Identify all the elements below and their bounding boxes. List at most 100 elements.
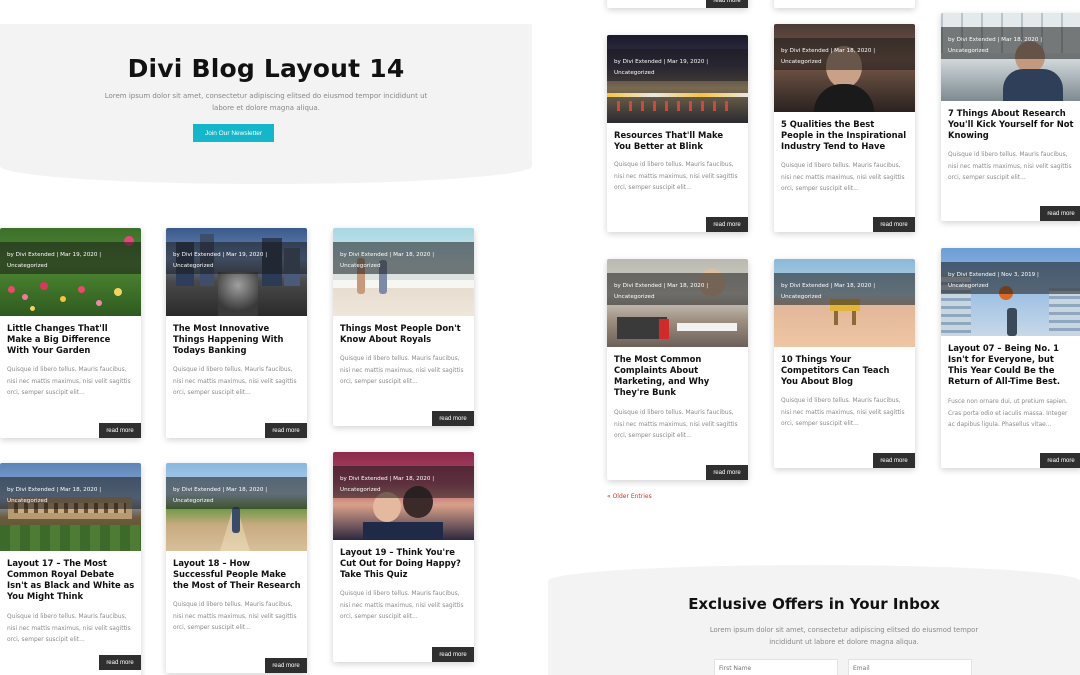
post-excerpt: Quisque id libero tellus. Mauris faucibu… xyxy=(781,163,905,192)
join-newsletter-button[interactable]: Join Our Newsletter xyxy=(193,124,274,142)
post-meta: by Divi Extended | Mar 19, 2020 | Uncate… xyxy=(607,49,748,81)
post-category[interactable]: Uncategorized xyxy=(340,261,467,272)
post-meta: by Divi Extended | Mar 18, 2020 | Uncate… xyxy=(0,477,141,509)
post-category[interactable]: Uncategorized xyxy=(173,496,300,507)
post-card[interactable]: by Divi Extended | Mar 18, 2020 | Uncate… xyxy=(774,259,915,468)
read-more-button[interactable]: read more xyxy=(706,465,748,480)
post-card[interactable]: by Divi Extended | Mar 18, 2020 | Uncate… xyxy=(333,452,474,662)
post-card[interactable]: by Divi Extended | Mar 18, 2020 | Uncate… xyxy=(166,463,307,673)
post-category[interactable]: Uncategorized xyxy=(7,496,134,507)
read-more-button[interactable]: read more xyxy=(265,423,307,438)
post-title[interactable]: Resources That'll Make You Better at Bli… xyxy=(614,130,742,152)
post-card xyxy=(774,0,915,8)
post-date: Mar 18, 2020 xyxy=(667,283,705,289)
post-title[interactable]: 7 Things About Research You'll Kick Your… xyxy=(948,108,1076,141)
post-title[interactable]: Things Most People Don't Know About Roya… xyxy=(340,323,468,345)
read-more-button[interactable]: read more xyxy=(265,658,307,673)
post-title[interactable]: Layout 19 – Think You're Cut Out for Doi… xyxy=(340,547,468,580)
post-meta: by Divi Extended | Mar 19, 2020 | Uncate… xyxy=(166,242,307,274)
right-page-preview: read more by Divi Extended | Mar 19, 202… xyxy=(548,0,1080,675)
post-category[interactable]: Uncategorized xyxy=(781,57,908,68)
post-date: Mar 18, 2020 xyxy=(393,476,431,482)
post-author[interactable]: by Divi Extended xyxy=(7,487,55,493)
post-card[interactable]: by Divi Extended | Mar 18, 2020 | Uncate… xyxy=(607,259,748,480)
post-card[interactable]: read more xyxy=(607,0,748,8)
post-excerpt: Quisque id libero tellus. Mauris faucibu… xyxy=(7,614,131,643)
left-page-preview: Divi Blog Layout 14 Lorem ipsum dolor si… xyxy=(0,0,532,675)
post-author[interactable]: by Divi Extended xyxy=(614,283,662,289)
page-title: Divi Blog Layout 14 xyxy=(127,54,405,83)
post-title[interactable]: Little Changes That'll Make a Big Differ… xyxy=(7,323,135,356)
read-more-button[interactable]: read more xyxy=(1040,453,1080,468)
post-category[interactable]: Uncategorized xyxy=(173,261,300,272)
post-meta: by Divi Extended | Mar 19, 2020 | Uncate… xyxy=(0,242,141,274)
post-date: Mar 18, 2020 xyxy=(834,48,872,54)
email-field[interactable] xyxy=(848,659,972,675)
post-date: Nov 3, 2019 xyxy=(1001,272,1036,278)
hero-subtitle: Lorem ipsum dolor sit amet, consectetur … xyxy=(104,92,428,112)
first-name-field[interactable] xyxy=(714,659,838,675)
post-meta: by Divi Extended | Nov 3, 2019 | Uncateg… xyxy=(941,262,1080,294)
post-excerpt: Quisque id libero tellus. Mauris faucibu… xyxy=(948,152,1072,181)
post-date: Mar 19, 2020 xyxy=(60,252,98,258)
post-author[interactable]: by Divi Extended xyxy=(173,487,221,493)
post-date: Mar 18, 2020 xyxy=(1001,37,1039,43)
post-date: Mar 18, 2020 xyxy=(60,487,98,493)
post-card[interactable]: by Divi Extended | Mar 19, 2020 | Uncate… xyxy=(607,35,748,232)
post-excerpt: Quisque id libero tellus. Mauris faucibu… xyxy=(7,367,131,396)
post-card[interactable]: by Divi Extended | Nov 3, 2019 | Uncateg… xyxy=(941,248,1080,468)
read-more-button[interactable]: read more xyxy=(99,423,141,438)
post-excerpt: Quisque id libero tellus. Mauris faucibu… xyxy=(173,602,297,631)
post-card[interactable]: by Divi Extended | Mar 19, 2020 | Uncate… xyxy=(0,228,141,438)
read-more-button[interactable]: read more xyxy=(873,453,915,468)
read-more-button[interactable]: read more xyxy=(432,647,474,662)
post-meta: by Divi Extended | Mar 18, 2020 | Uncate… xyxy=(941,27,1080,59)
post-date: Mar 18, 2020 xyxy=(226,487,264,493)
post-excerpt: Quisque id libero tellus. Mauris faucibu… xyxy=(340,356,464,385)
post-category[interactable]: Uncategorized xyxy=(948,281,1075,292)
post-author[interactable]: by Divi Extended xyxy=(340,476,388,482)
post-date: Mar 19, 2020 xyxy=(226,252,264,258)
post-author[interactable]: by Divi Extended xyxy=(948,272,996,278)
post-card[interactable]: by Divi Extended | Mar 18, 2020 | Uncate… xyxy=(333,228,474,426)
post-author[interactable]: by Divi Extended xyxy=(7,252,55,258)
post-author[interactable]: by Divi Extended xyxy=(173,252,221,258)
post-category[interactable]: Uncategorized xyxy=(781,292,908,303)
post-date: Mar 19, 2020 xyxy=(667,59,705,65)
post-title[interactable]: The Most Innovative Things Happening Wit… xyxy=(173,323,301,356)
post-title[interactable]: 10 Things Your Competitors Can Teach You… xyxy=(781,354,909,387)
post-title[interactable]: 5 Qualities the Best People in the Inspi… xyxy=(781,119,909,152)
post-author[interactable]: by Divi Extended xyxy=(614,59,662,65)
post-card[interactable]: by Divi Extended | Mar 18, 2020 | Uncate… xyxy=(774,24,915,232)
post-title[interactable]: The Most Common Complaints About Marketi… xyxy=(614,354,742,398)
post-meta: by Divi Extended | Mar 18, 2020 | Uncate… xyxy=(774,38,915,70)
post-card[interactable]: by Divi Extended | Mar 19, 2020 | Uncate… xyxy=(166,228,307,438)
subscribe-text: Lorem ipsum dolor sit amet, consectetur … xyxy=(709,626,979,646)
post-title[interactable]: Layout 18 – How Successful People Make t… xyxy=(173,558,301,591)
read-more-button[interactable]: read more xyxy=(1040,206,1080,221)
post-author[interactable]: by Divi Extended xyxy=(781,283,829,289)
post-author[interactable]: by Divi Extended xyxy=(948,37,996,43)
post-category[interactable]: Uncategorized xyxy=(340,485,467,496)
post-title[interactable]: Layout 07 – Being No. 1 Isn't for Everyo… xyxy=(948,343,1076,387)
read-more-button[interactable]: read more xyxy=(432,411,474,426)
read-more-button[interactable]: read more xyxy=(706,0,748,8)
post-author[interactable]: by Divi Extended xyxy=(781,48,829,54)
post-title[interactable]: Layout 17 – The Most Common Royal Debate… xyxy=(7,558,135,602)
post-excerpt: Quisque id libero tellus. Mauris faucibu… xyxy=(614,162,738,191)
read-more-button[interactable]: read more xyxy=(706,217,748,232)
post-meta: by Divi Extended | Mar 18, 2020 | Uncate… xyxy=(774,273,915,305)
post-card[interactable]: by Divi Extended | Mar 18, 2020 | Uncate… xyxy=(0,463,141,675)
post-excerpt: Quisque id libero tellus. Mauris faucibu… xyxy=(614,410,738,439)
post-meta: by Divi Extended | Mar 18, 2020 | Uncate… xyxy=(166,477,307,509)
read-more-button[interactable]: read more xyxy=(873,217,915,232)
older-entries-link[interactable]: « Older Entries xyxy=(607,493,652,500)
post-card[interactable]: by Divi Extended | Mar 18, 2020 | Uncate… xyxy=(941,13,1080,221)
post-category[interactable]: Uncategorized xyxy=(614,68,741,79)
post-category[interactable]: Uncategorized xyxy=(7,261,134,272)
read-more-button[interactable]: read more xyxy=(99,655,141,670)
post-author[interactable]: by Divi Extended xyxy=(340,252,388,258)
post-category[interactable]: Uncategorized xyxy=(614,292,741,303)
post-excerpt: Fusce non ornare dui, ut pretium sapien.… xyxy=(948,399,1068,428)
post-category[interactable]: Uncategorized xyxy=(948,46,1075,57)
